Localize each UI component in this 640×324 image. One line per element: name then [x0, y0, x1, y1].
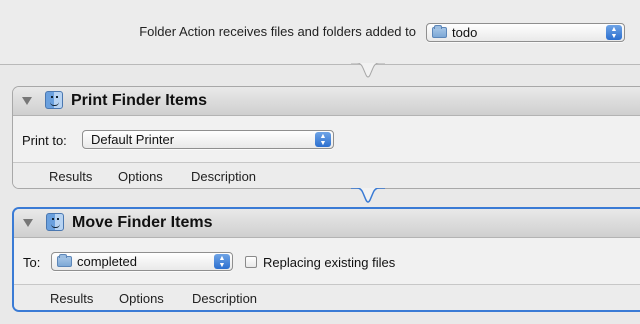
disclosure-triangle-icon[interactable] [23, 219, 33, 227]
to-label: To: [23, 255, 41, 270]
tab-results[interactable]: Results [50, 291, 93, 306]
destination-popup-value: completed [77, 254, 137, 269]
action-title: Print Finder Items [71, 92, 208, 109]
popup-stepper-icon: ▲ ▼ [606, 25, 622, 40]
printer-popup[interactable]: Default Printer ▲ ▼ [82, 130, 334, 149]
action-header: Print Finder Items [13, 87, 640, 116]
action-print-finder-items[interactable]: Print Finder Items Print to: Default Pri… [12, 86, 640, 189]
disclosure-triangle-icon[interactable] [22, 97, 32, 105]
action-move-finder-items[interactable]: Move Finder Items To: completed ▲ ▼ Repla… [12, 207, 640, 312]
tab-description[interactable]: Description [191, 169, 256, 184]
replacing-checkbox[interactable] [245, 256, 257, 268]
finder-icon [45, 91, 63, 109]
flow-connector [351, 63, 385, 78]
folder-popup-value: todo [452, 25, 478, 40]
folder-action-label: Folder Action receives files and folders… [139, 24, 416, 39]
destination-popup[interactable]: completed ▲ ▼ [51, 252, 233, 271]
popup-stepper-icon: ▲ ▼ [315, 132, 331, 147]
action-tabs: Results Options Description [13, 162, 640, 188]
action-tabs: Results Options Description [14, 284, 640, 310]
action-header: Move Finder Items [14, 209, 640, 238]
action-title: Move Finder Items [72, 214, 213, 231]
finder-icon [46, 213, 64, 231]
tab-options[interactable]: Options [119, 291, 164, 306]
folder-icon [57, 254, 72, 267]
folder-popup[interactable]: todo ▲ ▼ [426, 23, 625, 42]
folder-action-header: Folder Action receives files and folders… [0, 0, 640, 65]
tab-results[interactable]: Results [49, 169, 92, 184]
replacing-checkbox-label: Replacing existing files [263, 255, 396, 270]
popup-stepper-icon: ▲ ▼ [214, 254, 230, 269]
flow-connector [351, 188, 385, 203]
tab-description[interactable]: Description [192, 291, 257, 306]
tab-options[interactable]: Options [118, 169, 163, 184]
printer-popup-value: Default Printer [91, 132, 175, 147]
print-to-label: Print to: [22, 133, 67, 148]
folder-icon [432, 25, 447, 38]
